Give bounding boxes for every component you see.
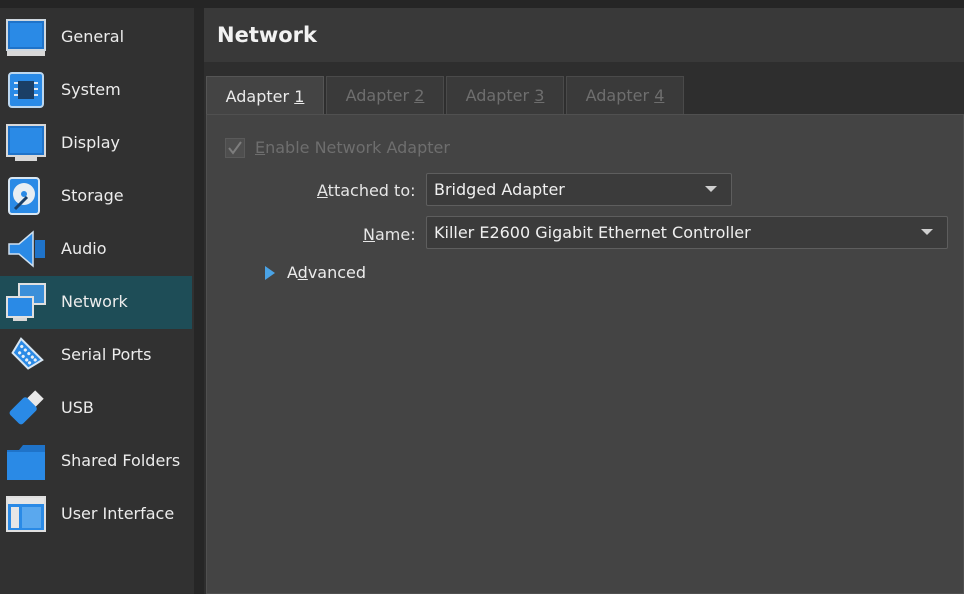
sidebar-item-display[interactable]: Display xyxy=(0,117,192,170)
sidebar-item-user-interface[interactable]: User Interface xyxy=(0,488,192,541)
chevron-down-icon xyxy=(921,229,933,235)
chevron-down-icon xyxy=(705,186,717,192)
sidebar-item-general[interactable]: General xyxy=(0,11,192,64)
sidebar-item-audio[interactable]: Audio xyxy=(0,223,192,276)
settings-window: General System Display Storage Audio Net… xyxy=(0,0,964,594)
sidebar-divider xyxy=(194,8,204,594)
expand-arrow-icon xyxy=(265,266,275,280)
label-rest: vanced xyxy=(307,263,367,282)
label-rest: nable Network Adapter xyxy=(265,138,450,157)
sidebar-item-network[interactable]: Network xyxy=(0,276,192,329)
adapter-name-value: Killer E2600 Gigabit Ethernet Controller xyxy=(434,223,751,242)
enable-network-adapter-checkbox[interactable] xyxy=(225,138,245,158)
sidebar-item-label: System xyxy=(61,80,121,99)
sidebar-item-label: General xyxy=(61,27,125,46)
tab-adapter-1[interactable]: Adapter 1 xyxy=(206,76,324,115)
general-icon xyxy=(6,19,46,56)
tab-label-mnemonic: 1 xyxy=(294,86,305,106)
attached-to-label: Attached to: xyxy=(317,181,416,200)
label-mnemonic: N xyxy=(363,225,375,244)
tab-label-prefix: Adapter xyxy=(345,86,410,105)
label-rest: ttached to: xyxy=(327,181,416,200)
adapter-name-select[interactable]: Killer E2600 Gigabit Ethernet Controller xyxy=(426,216,948,249)
sidebar-item-storage[interactable]: Storage xyxy=(0,170,192,223)
page-header: Network xyxy=(204,8,964,62)
sidebar-item-label: Network xyxy=(61,292,128,311)
sidebar-item-label: Storage xyxy=(61,186,124,205)
sidebar-item-label: User Interface xyxy=(61,504,175,523)
page-title: Network xyxy=(217,23,318,47)
sidebar-item-system[interactable]: System xyxy=(0,64,192,117)
storage-disk-icon xyxy=(8,177,40,215)
usb-icon xyxy=(9,390,44,425)
sidebar-item-label: Shared Folders xyxy=(61,451,181,470)
audio-speaker-icon xyxy=(8,230,45,268)
adapter-panel: Enable Network Adapter Attached to: Brid… xyxy=(206,114,964,594)
sidebar-item-shared-folders[interactable]: Shared Folders xyxy=(0,435,192,488)
tab-label-prefix: Adapter xyxy=(465,86,530,105)
network-icon xyxy=(6,283,46,321)
tab-label-mnemonic: 3 xyxy=(534,86,545,105)
sidebar-item-usb[interactable]: USB xyxy=(0,382,192,435)
checkmark-icon xyxy=(228,141,242,155)
sidebar-item-label: Audio xyxy=(61,239,107,258)
sidebar-item-label: Display xyxy=(61,133,120,152)
label-mnemonic: A xyxy=(317,181,328,200)
tab-label-prefix: Adapter xyxy=(585,86,650,105)
tab-label-prefix: Adapter xyxy=(225,86,290,106)
label-rest: ame: xyxy=(374,225,416,244)
tab-label-mnemonic: 2 xyxy=(414,86,425,105)
settings-sidebar: General System Display Storage Audio Net… xyxy=(0,8,194,594)
label-mnemonic: d xyxy=(297,263,308,282)
user-interface-icon xyxy=(6,496,46,532)
attached-to-value: Bridged Adapter xyxy=(434,180,565,199)
label-mnemonic: E xyxy=(255,138,266,157)
system-chip-icon xyxy=(8,72,44,108)
attached-to-select[interactable]: Bridged Adapter xyxy=(426,173,732,206)
network-settings-content: Adapter 1 Adapter 2 Adapter 3 Adapter 4 … xyxy=(204,62,964,594)
tab-adapter-2[interactable]: Adapter 2 xyxy=(326,76,444,114)
name-label: Name: xyxy=(363,225,416,244)
label-first: A xyxy=(287,263,298,282)
sidebar-item-label: Serial Ports xyxy=(61,345,152,364)
tab-adapter-3[interactable]: Adapter 3 xyxy=(446,76,564,114)
folder-icon xyxy=(7,445,45,480)
sidebar-item-serial-ports[interactable]: Serial Ports xyxy=(0,329,192,382)
sidebar-item-label: USB xyxy=(61,398,94,417)
serial-port-icon xyxy=(11,337,44,370)
window-top-edge xyxy=(0,0,964,8)
advanced-label: Advanced xyxy=(287,263,366,282)
tab-label-mnemonic: 4 xyxy=(654,86,665,105)
enable-network-adapter-label: Enable Network Adapter xyxy=(255,138,450,157)
tab-adapter-4[interactable]: Adapter 4 xyxy=(566,76,684,114)
display-monitor-icon xyxy=(6,124,46,161)
